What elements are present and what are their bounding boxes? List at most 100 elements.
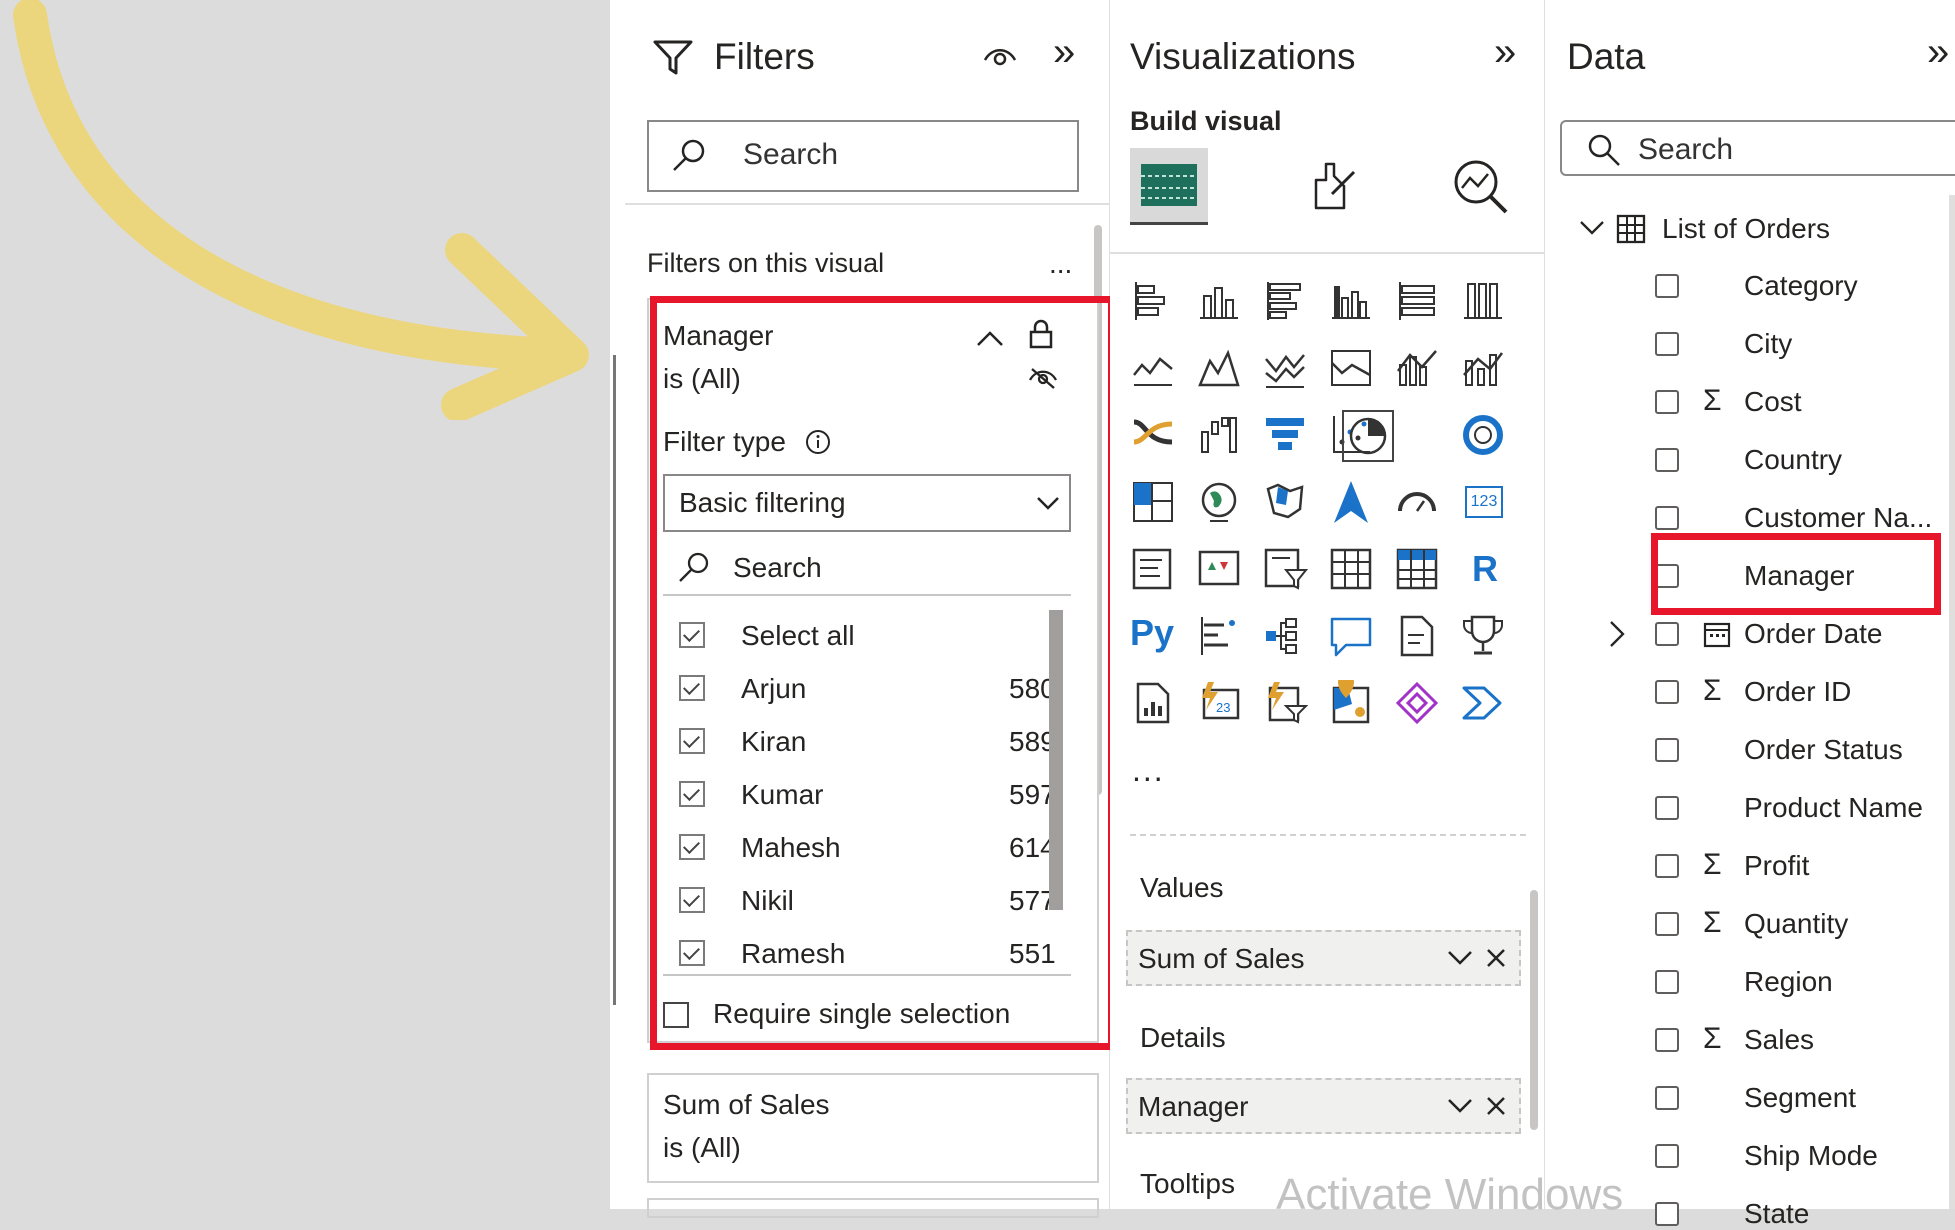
eye-icon[interactable] bbox=[982, 44, 1018, 68]
field-name[interactable]: Category bbox=[1744, 270, 1858, 302]
table-name[interactable]: List of Orders bbox=[1662, 213, 1830, 245]
python-visual-icon[interactable]: Py bbox=[1130, 612, 1174, 654]
field-checkbox[interactable] bbox=[1655, 738, 1679, 762]
activate-windows-watermark: Activate Windows bbox=[1276, 1170, 1624, 1219]
table-icon[interactable] bbox=[1328, 546, 1374, 592]
kpi-icon[interactable] bbox=[1196, 546, 1242, 592]
azure-map-icon[interactable] bbox=[1328, 479, 1374, 525]
field-name[interactable]: Cost bbox=[1744, 386, 1802, 418]
field-name[interactable]: Segment bbox=[1744, 1082, 1856, 1114]
map-icon[interactable] bbox=[1196, 479, 1242, 525]
sales-filter-card[interactable]: Sum of Sales is (All) bbox=[647, 1073, 1099, 1183]
field-name[interactable]: Ship Mode bbox=[1744, 1140, 1878, 1172]
field-name[interactable]: City bbox=[1744, 328, 1792, 360]
chevron-down-icon[interactable] bbox=[1446, 948, 1474, 968]
field-name[interactable]: Sales bbox=[1744, 1024, 1814, 1056]
area-chart-icon[interactable] bbox=[1196, 345, 1242, 391]
field-checkbox[interactable] bbox=[1655, 274, 1679, 298]
more-options-icon[interactable]: ... bbox=[1049, 248, 1072, 280]
field-name[interactable]: Region bbox=[1744, 966, 1833, 998]
values-field: Sum of Sales bbox=[1138, 943, 1305, 974]
field-name[interactable]: Order Status bbox=[1744, 734, 1903, 766]
field-name[interactable]: Product Name bbox=[1744, 792, 1923, 824]
field-checkbox[interactable] bbox=[1655, 390, 1679, 414]
power-automate-card-icon[interactable]: 23 bbox=[1196, 680, 1242, 726]
ribbon-chart-icon[interactable] bbox=[1130, 412, 1176, 458]
treemap-icon[interactable] bbox=[1130, 479, 1176, 525]
field-name[interactable]: Country bbox=[1744, 444, 1842, 476]
multi-row-card-icon[interactable] bbox=[1130, 546, 1176, 592]
field-checkbox[interactable] bbox=[1655, 1202, 1679, 1226]
collapse-visualizations-icon[interactable]: » bbox=[1494, 30, 1516, 75]
chevron-down-icon[interactable] bbox=[1578, 218, 1606, 238]
more-visuals-icon[interactable]: ... bbox=[1132, 752, 1165, 789]
clustered-column-chart-icon[interactable] bbox=[1328, 278, 1374, 324]
stacked-column-chart-icon[interactable] bbox=[1196, 278, 1242, 324]
data-scrollbar[interactable] bbox=[1949, 195, 1955, 1209]
data-search-input[interactable]: Search bbox=[1560, 120, 1955, 176]
field-checkbox[interactable] bbox=[1655, 796, 1679, 820]
paginated-report-icon[interactable] bbox=[1130, 680, 1176, 726]
r-visual-icon[interactable]: R bbox=[1472, 548, 1498, 590]
100-stacked-area-chart-icon[interactable] bbox=[1328, 345, 1374, 391]
values-well[interactable]: Sum of Sales bbox=[1126, 930, 1521, 986]
field-checkbox[interactable] bbox=[1655, 912, 1679, 936]
field-name[interactable]: Quantity bbox=[1744, 908, 1848, 940]
field-name[interactable]: Profit bbox=[1744, 850, 1809, 882]
slicer-icon[interactable] bbox=[1262, 546, 1308, 592]
field-checkbox[interactable] bbox=[1655, 854, 1679, 878]
build-visual-tab[interactable] bbox=[1130, 148, 1208, 225]
goals-icon[interactable] bbox=[1460, 613, 1506, 659]
card-visual-icon[interactable]: 123 bbox=[1465, 486, 1503, 518]
donut-chart-icon[interactable] bbox=[1460, 412, 1506, 458]
smart-narrative-icon[interactable] bbox=[1394, 613, 1440, 659]
field-checkbox[interactable] bbox=[1655, 1144, 1679, 1168]
qa-icon[interactable] bbox=[1328, 613, 1374, 659]
field-name[interactable]: Order Date bbox=[1744, 618, 1883, 650]
field-checkbox[interactable] bbox=[1655, 332, 1679, 356]
details-well[interactable]: Manager bbox=[1126, 1078, 1521, 1134]
stacked-area-chart-icon[interactable] bbox=[1262, 345, 1308, 391]
pane-resize-handle[interactable] bbox=[613, 355, 622, 1005]
power-automate-slicer-icon[interactable] bbox=[1262, 680, 1308, 726]
wells-scrollbar[interactable] bbox=[1530, 890, 1538, 1130]
line-chart-icon[interactable] bbox=[1130, 345, 1176, 391]
filled-map-icon[interactable] bbox=[1262, 479, 1308, 525]
collapse-filters-icon[interactable]: » bbox=[1053, 30, 1075, 75]
pie-chart-icon[interactable] bbox=[1347, 415, 1389, 457]
collapse-data-icon[interactable]: » bbox=[1927, 30, 1949, 75]
gauge-icon[interactable] bbox=[1394, 479, 1440, 525]
key-influencers-icon[interactable] bbox=[1196, 613, 1242, 659]
100-stacked-bar-chart-icon[interactable] bbox=[1394, 278, 1440, 324]
line-and-stacked-column-icon[interactable] bbox=[1394, 345, 1440, 391]
format-visual-icon[interactable] bbox=[1302, 158, 1360, 216]
field-name[interactable]: Order ID bbox=[1744, 676, 1851, 708]
field-checkbox[interactable] bbox=[1655, 680, 1679, 704]
field-checkbox[interactable] bbox=[1655, 506, 1679, 530]
chevron-down-icon[interactable] bbox=[1446, 1096, 1474, 1116]
field-checkbox[interactable] bbox=[1655, 1028, 1679, 1052]
close-icon[interactable] bbox=[1484, 1094, 1508, 1118]
power-apps-icon[interactable] bbox=[1394, 680, 1440, 726]
matrix-icon[interactable] bbox=[1394, 546, 1440, 592]
funnel-chart-icon[interactable] bbox=[1262, 412, 1308, 458]
power-apps-map-icon[interactable] bbox=[1328, 680, 1374, 726]
field-name[interactable]: Customer Na... bbox=[1744, 502, 1932, 534]
field-name[interactable]: State bbox=[1744, 1198, 1809, 1230]
filters-search-input[interactable]: Search bbox=[647, 120, 1079, 192]
field-checkbox[interactable] bbox=[1655, 622, 1679, 646]
close-icon[interactable] bbox=[1484, 946, 1508, 970]
next-filter-card[interactable] bbox=[647, 1198, 1099, 1218]
100-stacked-column-chart-icon[interactable] bbox=[1460, 278, 1506, 324]
field-checkbox[interactable] bbox=[1655, 448, 1679, 472]
power-automate-icon[interactable] bbox=[1460, 680, 1506, 726]
analytics-icon[interactable] bbox=[1450, 156, 1512, 218]
decomposition-tree-icon[interactable] bbox=[1262, 613, 1308, 659]
chevron-right-icon[interactable] bbox=[1607, 619, 1627, 649]
line-and-clustered-column-icon[interactable] bbox=[1460, 345, 1506, 391]
stacked-bar-chart-icon[interactable] bbox=[1130, 278, 1176, 324]
field-checkbox[interactable] bbox=[1655, 1086, 1679, 1110]
waterfall-chart-icon[interactable] bbox=[1196, 412, 1242, 458]
field-checkbox[interactable] bbox=[1655, 970, 1679, 994]
clustered-bar-chart-icon[interactable] bbox=[1262, 278, 1308, 324]
